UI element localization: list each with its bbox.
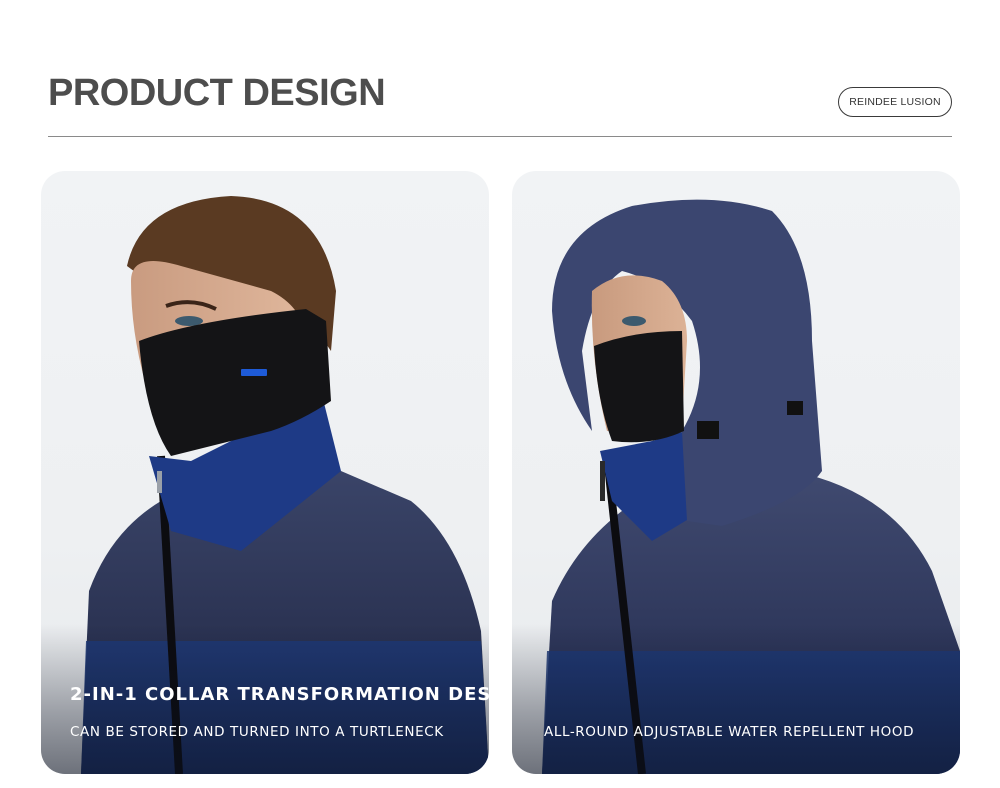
card-subtitle: ALL-ROUND ADJUSTABLE WATER REPELLENT HOO… [544,724,915,740]
header-divider [48,136,952,137]
page-title: PRODUCT DESIGN [48,72,386,114]
card-subtitle: CAN BE STORED AND TURNED INTO A TURTLENE… [70,724,444,740]
card-title: 2-IN-1 COLLAR TRANSFORMATION DESIGN [70,684,489,705]
brand-button[interactable]: REINDEE LUSION [838,87,952,117]
product-card-collar: 2-IN-1 COLLAR TRANSFORMATION DESIGN CAN … [41,171,489,774]
product-card-hood: ALL-ROUND ADJUSTABLE WATER REPELLENT HOO… [512,171,960,774]
caption-shade [512,624,960,774]
